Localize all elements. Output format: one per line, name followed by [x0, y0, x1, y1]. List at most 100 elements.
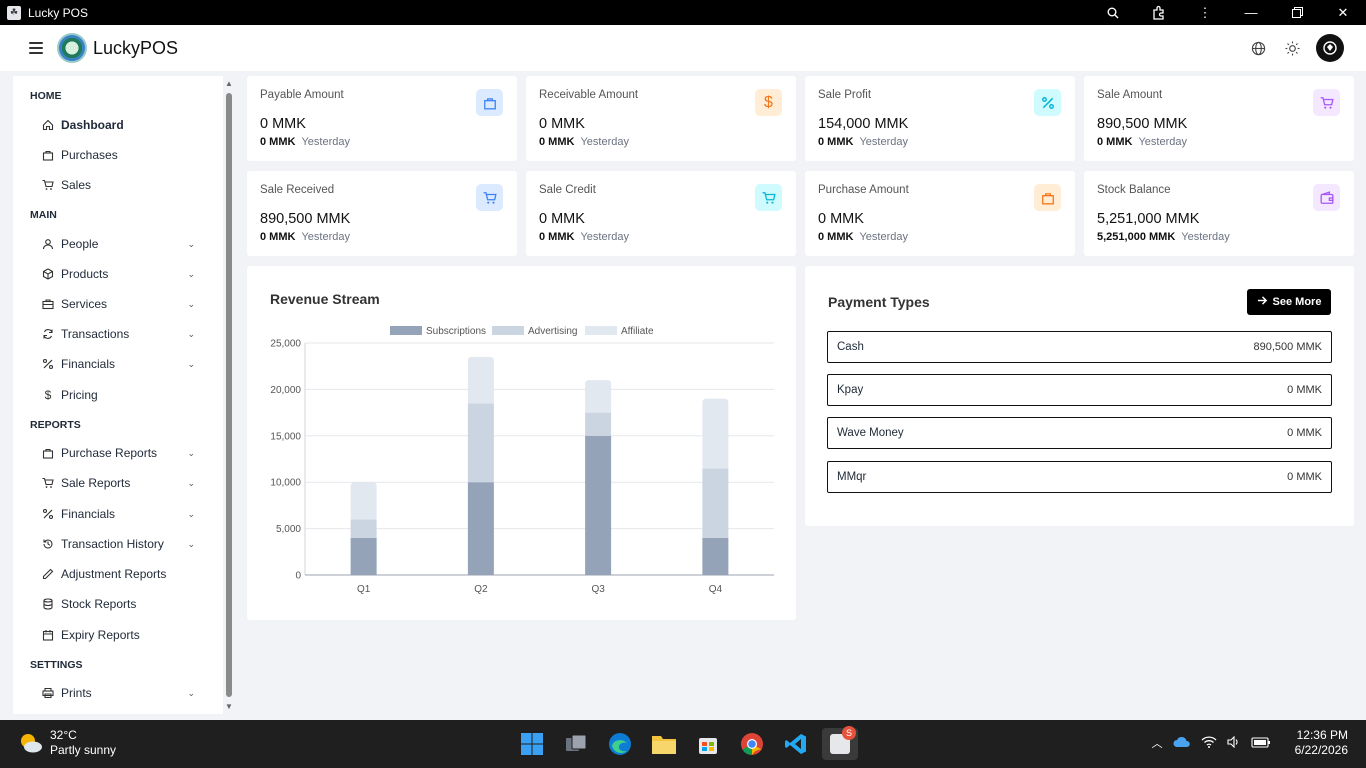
- cart-icon: [755, 184, 782, 211]
- stat-sub-label: Yesterday: [580, 231, 629, 243]
- chevron-up-icon[interactable]: ︿: [1152, 735, 1163, 751]
- cart-icon: [42, 477, 54, 489]
- stat-sub: 0 MMK Yesterday: [539, 136, 629, 148]
- stat-card-sale-profit: Sale Profit 154,000 MMK 0 MMK Yesterday: [805, 76, 1075, 161]
- sidebar-item-services[interactable]: Services ⌄: [13, 292, 213, 316]
- system-clock[interactable]: 12:36 PM 6/22/2026: [1295, 728, 1348, 758]
- scroll-up-arrow-icon[interactable]: ▲: [224, 79, 234, 88]
- vscode-icon[interactable]: [778, 728, 814, 760]
- sidebar-section-home: HOME: [30, 90, 62, 102]
- stat-label: Payable Amount: [260, 89, 344, 101]
- stat-sub-label: Yesterday: [301, 231, 350, 243]
- legend-label: Advertising: [528, 326, 577, 337]
- bar-segment-affiliate: [702, 398, 729, 469]
- sidebar-item-expiry-reports[interactable]: Expiry Reports: [13, 623, 213, 647]
- arrow-right-icon: [1257, 295, 1268, 309]
- sidebar-item-purchases[interactable]: Purchases: [13, 143, 213, 167]
- stat-value: 0 MMK: [818, 211, 864, 227]
- sidebar-item-pricing[interactable]: $ Pricing: [13, 383, 213, 407]
- stat-sub: 0 MMK Yesterday: [539, 231, 629, 243]
- revenue-chart: 0 5,000 10,000 15,000 20,000 25,000 Q1 Q2 Q3 Q4 Su…: [270, 326, 774, 595]
- menu-toggle-icon[interactable]: [29, 42, 43, 54]
- stat-label: Stock Balance: [1097, 184, 1171, 196]
- stat-value: 5,251,000 MMK: [1097, 211, 1200, 227]
- onedrive-cloud-icon[interactable]: [1173, 736, 1191, 751]
- y-tick-label: 25,000: [270, 339, 301, 350]
- battery-icon[interactable]: [1251, 736, 1271, 751]
- sidebar-item-people[interactable]: People ⌄: [13, 232, 213, 256]
- sidebar-item-label: Transactions: [61, 327, 130, 341]
- sidebar-item-label: Purchase Reports: [61, 446, 158, 460]
- sidebar-item-sale-reports[interactable]: Sale Reports ⌄: [13, 471, 213, 495]
- payment-row-wave-money[interactable]: Wave Money 0 MMK: [827, 417, 1332, 449]
- box-icon: [42, 268, 54, 280]
- stat-sub: 0 MMK Yesterday: [818, 136, 908, 148]
- sidebar-item-financials[interactable]: Financials ⌄: [13, 352, 213, 376]
- edge-browser-icon[interactable]: [602, 728, 638, 760]
- app-header: LuckyPOS: [0, 25, 1366, 71]
- stat-label: Sale Profit: [818, 89, 872, 101]
- payment-value: 890,500 MMK: [1253, 341, 1322, 353]
- sidebar-scrollbar[interactable]: ▲ ▼: [224, 76, 234, 714]
- scroll-down-arrow-icon[interactable]: ▼: [224, 702, 234, 711]
- stat-value: 0 MMK: [539, 116, 585, 132]
- sidebar-item-report-financials[interactable]: Financials ⌄: [13, 502, 213, 526]
- extensions-icon[interactable]: [1136, 0, 1182, 25]
- bag-icon: [1034, 184, 1061, 211]
- file-explorer-icon[interactable]: [646, 728, 682, 760]
- task-view-icon[interactable]: [558, 728, 594, 760]
- window-title: Lucky POS: [28, 5, 89, 20]
- clock-date: 6/22/2026: [1294, 743, 1348, 757]
- user-avatar[interactable]: [1316, 34, 1344, 62]
- theme-sun-icon[interactable]: [1282, 38, 1302, 58]
- sidebar-item-label: Adjustment Reports: [61, 567, 167, 581]
- stat-sub-value: 5,251,000 MMK: [1097, 231, 1176, 243]
- weather-widget[interactable]: 32°C Partly sunny: [18, 728, 116, 758]
- lucky-pos-taskbar-icon[interactable]: S: [822, 726, 858, 760]
- refresh-icon: [42, 328, 54, 340]
- sidebar-item-label: People: [61, 237, 99, 251]
- minimize-button[interactable]: —: [1228, 0, 1274, 25]
- restore-button[interactable]: [1274, 0, 1320, 25]
- chrome-icon[interactable]: [734, 728, 770, 760]
- sidebar-item-products[interactable]: Products ⌄: [13, 262, 213, 286]
- stat-label: Sale Credit: [539, 184, 596, 196]
- stat-card-payable-amount: Payable Amount 0 MMK 0 MMK Yesterday: [247, 76, 517, 161]
- more-menu-icon[interactable]: ⋮: [1182, 0, 1228, 25]
- language-globe-icon[interactable]: [1248, 38, 1268, 58]
- sidebar-item-label: Sale Reports: [61, 476, 131, 490]
- microsoft-store-icon[interactable]: [690, 728, 726, 760]
- search-icon[interactable]: [1090, 0, 1136, 25]
- payment-row-kpay[interactable]: Kpay 0 MMK: [827, 374, 1332, 406]
- sidebar-item-purchase-reports[interactable]: Purchase Reports ⌄: [13, 441, 213, 465]
- payment-row-cash[interactable]: Cash 890,500 MMK: [827, 331, 1332, 363]
- sidebar-item-label: Financials: [61, 507, 116, 521]
- sidebar-item-sales[interactable]: Sales: [13, 173, 213, 197]
- payment-row-mmqr[interactable]: MMqr 0 MMK: [827, 461, 1332, 493]
- sidebar-item-transactions[interactable]: Transactions ⌄: [13, 322, 213, 346]
- sidebar-item-prints[interactable]: Prints ⌄: [13, 681, 213, 705]
- window-titlebar: ☘ Lucky POS ⋮ — ✕: [0, 0, 1366, 25]
- database-icon: [42, 598, 54, 610]
- volume-icon[interactable]: [1227, 735, 1241, 751]
- wallet-icon: [1313, 184, 1340, 211]
- clock-time: 12:36 PM: [1296, 728, 1348, 742]
- wifi-icon[interactable]: [1201, 735, 1217, 751]
- sidebar-section-reports: REPORTS: [30, 419, 81, 431]
- see-more-button[interactable]: See More: [1247, 289, 1331, 315]
- weather-temp: 32°C: [50, 728, 77, 742]
- sidebar-item-label: Pricing: [61, 388, 98, 402]
- sidebar-item-dashboard[interactable]: Dashboard: [13, 113, 213, 137]
- legend-label: Subscriptions: [426, 326, 486, 337]
- bar-segment-subscriptions: [585, 435, 612, 575]
- payment-types-title: Payment Types: [828, 294, 930, 310]
- sidebar-item-stock-reports[interactable]: Stock Reports: [13, 592, 213, 616]
- payment-name: Wave Money: [837, 427, 904, 439]
- windows-start-icon[interactable]: [514, 728, 550, 760]
- stat-card-purchase-amount: Purchase Amount 0 MMK 0 MMK Yesterday: [805, 171, 1075, 256]
- scrollbar-thumb[interactable]: [226, 93, 232, 697]
- close-button[interactable]: ✕: [1320, 0, 1366, 25]
- sidebar-item-transaction-history[interactable]: Transaction History ⌄: [13, 532, 213, 556]
- bar-segment-subscriptions: [350, 537, 377, 575]
- sidebar-item-adjustment-reports[interactable]: Adjustment Reports: [13, 562, 213, 586]
